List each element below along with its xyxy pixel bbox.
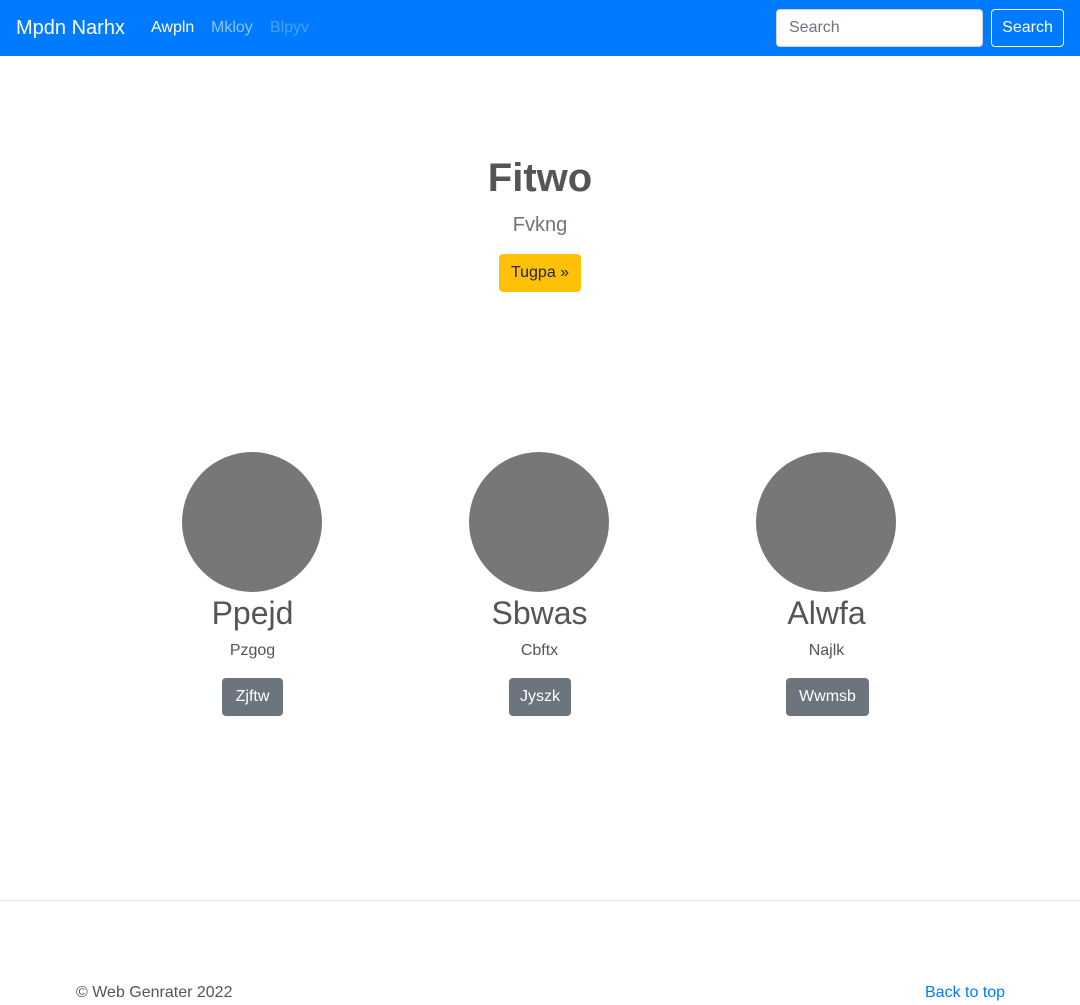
- feature-title: Ppejd: [211, 595, 294, 631]
- search-button[interactable]: Search: [991, 9, 1064, 47]
- search-input[interactable]: [776, 9, 983, 47]
- nav-link-mkloy[interactable]: Mkloy: [211, 18, 253, 38]
- feature-button[interactable]: Zjftw: [222, 678, 283, 716]
- hero-title: Fitwo: [487, 156, 593, 200]
- feature-text: Pzgog: [229, 642, 276, 659]
- hero-cta-button[interactable]: Tugpa »: [499, 254, 581, 292]
- footer-divider: [0, 900, 1080, 901]
- feature-button[interactable]: Jyszk: [509, 678, 571, 716]
- navbar-brand[interactable]: Mpdn Narhx: [16, 15, 125, 41]
- nav-link-awpln[interactable]: Awpln: [151, 18, 194, 38]
- feature-text: Cbftx: [520, 642, 559, 659]
- hero-subtitle: Fvkng: [512, 214, 568, 236]
- copyright-text: © Web Genrater 2022: [76, 984, 233, 1001]
- top-navbar: Mpdn Narhx Awpln Mkloy Blpyv Search: [0, 0, 1080, 56]
- back-to-top-link[interactable]: Back to top: [925, 983, 1005, 1003]
- feature-title: Alwfa: [787, 595, 866, 631]
- feature-button[interactable]: Wwmsb: [786, 678, 869, 716]
- feature-title: Sbwas: [491, 595, 588, 631]
- placeholder-image: [469, 452, 609, 592]
- placeholder-image: [182, 452, 322, 592]
- nav-link-blpyv: Blpyv: [270, 19, 310, 36]
- feature-text: Najlk: [808, 642, 845, 659]
- placeholder-image: [756, 452, 896, 592]
